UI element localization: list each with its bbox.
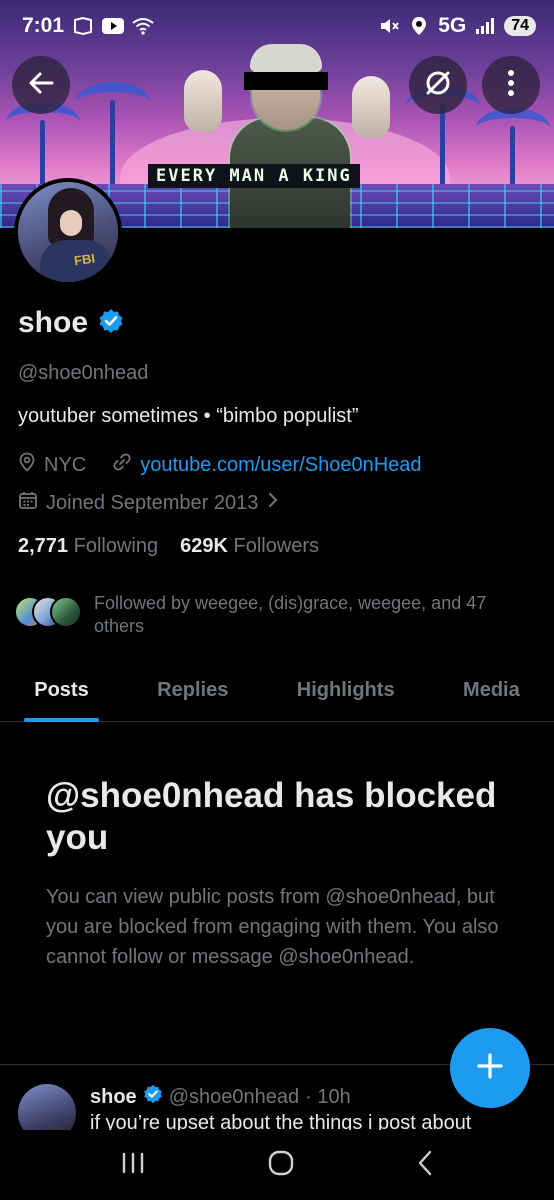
post-author-handle: @shoe0nhead	[168, 1085, 300, 1108]
tab-highlights-label: Highlights	[296, 679, 395, 701]
location-icon	[18, 452, 36, 478]
grok-icon	[423, 68, 453, 103]
more-options-button[interactable]	[482, 56, 540, 114]
profile-handle: @shoe0nhead	[18, 362, 149, 384]
location-status-icon	[408, 15, 430, 37]
profile-bio: youtuber sometimes • “bimbo populist”	[18, 405, 359, 427]
profile-name-row: shoe	[18, 306, 124, 340]
post-timestamp: · 10h	[305, 1085, 351, 1108]
follower-avatar	[50, 596, 82, 628]
profile-location: NYC	[44, 453, 87, 476]
followed-by-text: Followed by weegee, (dis)grace, weegee, …	[94, 593, 487, 637]
grok-button[interactable]	[409, 56, 467, 114]
post-header: shoe @shoe0nhead · 10h	[90, 1084, 351, 1110]
status-time: 7:01	[22, 14, 65, 37]
battery-level: 74	[504, 16, 536, 36]
profile-name: shoe	[18, 306, 89, 339]
system-nav-bar	[0, 1130, 554, 1200]
profile-joined-row[interactable]: Joined September 2013	[18, 490, 280, 516]
link-icon	[112, 452, 132, 478]
chevron-right-icon	[266, 490, 280, 516]
tab-media-label: Media	[463, 679, 520, 701]
home-button[interactable]	[266, 1148, 296, 1183]
following-label: Following	[73, 535, 159, 557]
profile-joined-date: Joined September 2013	[46, 491, 259, 514]
youtube-notification-icon	[102, 15, 125, 37]
banner-palm	[406, 86, 480, 190]
followers-link[interactable]: 629K Followers	[180, 535, 319, 558]
followers-count: 629K	[180, 535, 228, 557]
tab-replies-label: Replies	[157, 679, 229, 701]
tab-posts[interactable]: Posts	[24, 660, 99, 722]
tab-media[interactable]: Media	[463, 660, 520, 722]
banner-palm	[476, 108, 550, 190]
profile-website-link[interactable]: youtube.com/user/Shoe0nHead	[140, 454, 421, 477]
followers-label: Followers	[233, 535, 320, 557]
post-author-name[interactable]: shoe	[90, 1086, 137, 1109]
profile-counts: 2,771 Following 629K Followers	[18, 535, 319, 558]
followed-by-avatars	[14, 592, 84, 632]
wifi-icon	[132, 15, 154, 37]
tab-replies[interactable]: Replies	[157, 660, 228, 722]
profile-avatar[interactable]: FBI	[14, 178, 122, 286]
active-tab-indicator	[24, 717, 99, 722]
tab-highlights[interactable]: Highlights	[297, 660, 395, 722]
plus-icon	[475, 1051, 505, 1086]
network-type: 5G	[438, 14, 467, 37]
banner-figure	[184, 30, 390, 228]
tab-posts-label: Posts	[34, 679, 89, 701]
mute-icon	[378, 15, 400, 37]
calendar-icon	[18, 490, 38, 516]
notification-app-icon	[72, 15, 94, 37]
banner-palm	[6, 102, 80, 190]
profile-meta-location-link: NYC youtube.com/user/Shoe0nHead	[18, 452, 422, 478]
back-nav-button[interactable]	[415, 1149, 435, 1182]
verified-icon[interactable]	[98, 308, 124, 339]
signal-icon	[474, 15, 496, 37]
followed-by-row[interactable]: Followed by weegee, (dis)grace, weegee, …	[14, 592, 524, 639]
banner-caption: EVERY MAN A KING	[148, 164, 360, 188]
back-arrow-icon	[27, 69, 55, 102]
profile-tabs: Posts Replies Highlights Media	[0, 660, 554, 722]
blocked-body: You can view public posts from @shoe0nhe…	[46, 886, 499, 968]
compose-button[interactable]	[450, 1028, 530, 1108]
status-bar: 7:01 5G 74	[0, 0, 554, 52]
verified-icon	[143, 1084, 163, 1110]
following-link[interactable]: 2,771 Following	[18, 535, 158, 558]
recent-apps-button[interactable]	[119, 1151, 147, 1180]
more-vertical-icon	[507, 69, 515, 102]
banner-palm	[76, 82, 150, 190]
following-count: 2,771	[18, 535, 69, 557]
blocked-title: @shoe0nhead has blocked you	[46, 776, 497, 857]
back-button[interactable]	[12, 56, 70, 114]
